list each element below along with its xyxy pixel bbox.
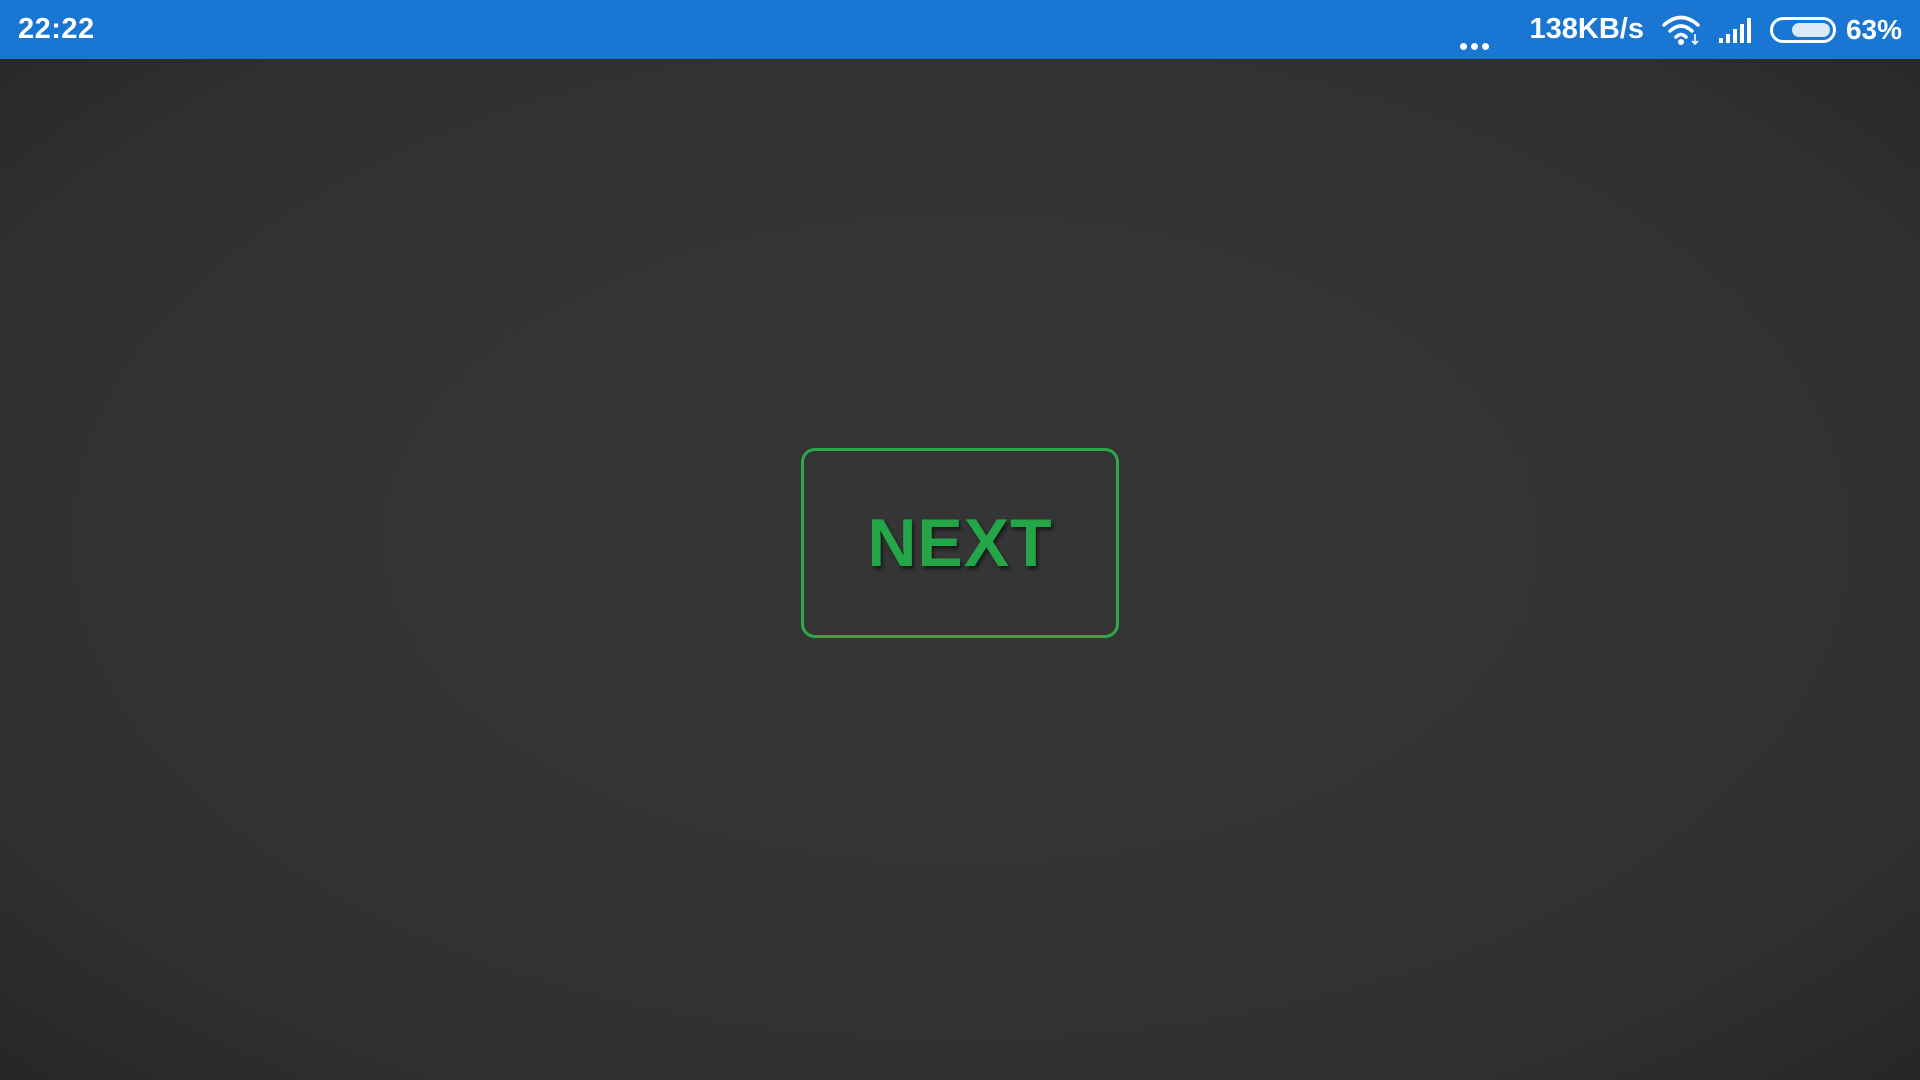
- status-bar: 22:22 138KB/s 63%: [0, 0, 1920, 59]
- battery-percent: 63%: [1845, 13, 1902, 45]
- more-dots-icon: [1458, 10, 1491, 50]
- network-speed: 138KB/s: [1529, 13, 1644, 45]
- wifi-icon: [1662, 14, 1702, 46]
- next-button[interactable]: NEXT: [801, 448, 1119, 638]
- status-indicators: 138KB/s 63%: [1458, 0, 1902, 59]
- battery-level-fill: [1792, 22, 1830, 37]
- next-button-label: NEXT: [867, 505, 1053, 581]
- battery-icon: [1769, 16, 1836, 43]
- signal-icon: [1718, 16, 1756, 44]
- app-screen: 22:22 138KB/s 63% NEXT: [0, 0, 1920, 1080]
- status-time: 22:22: [18, 13, 95, 45]
